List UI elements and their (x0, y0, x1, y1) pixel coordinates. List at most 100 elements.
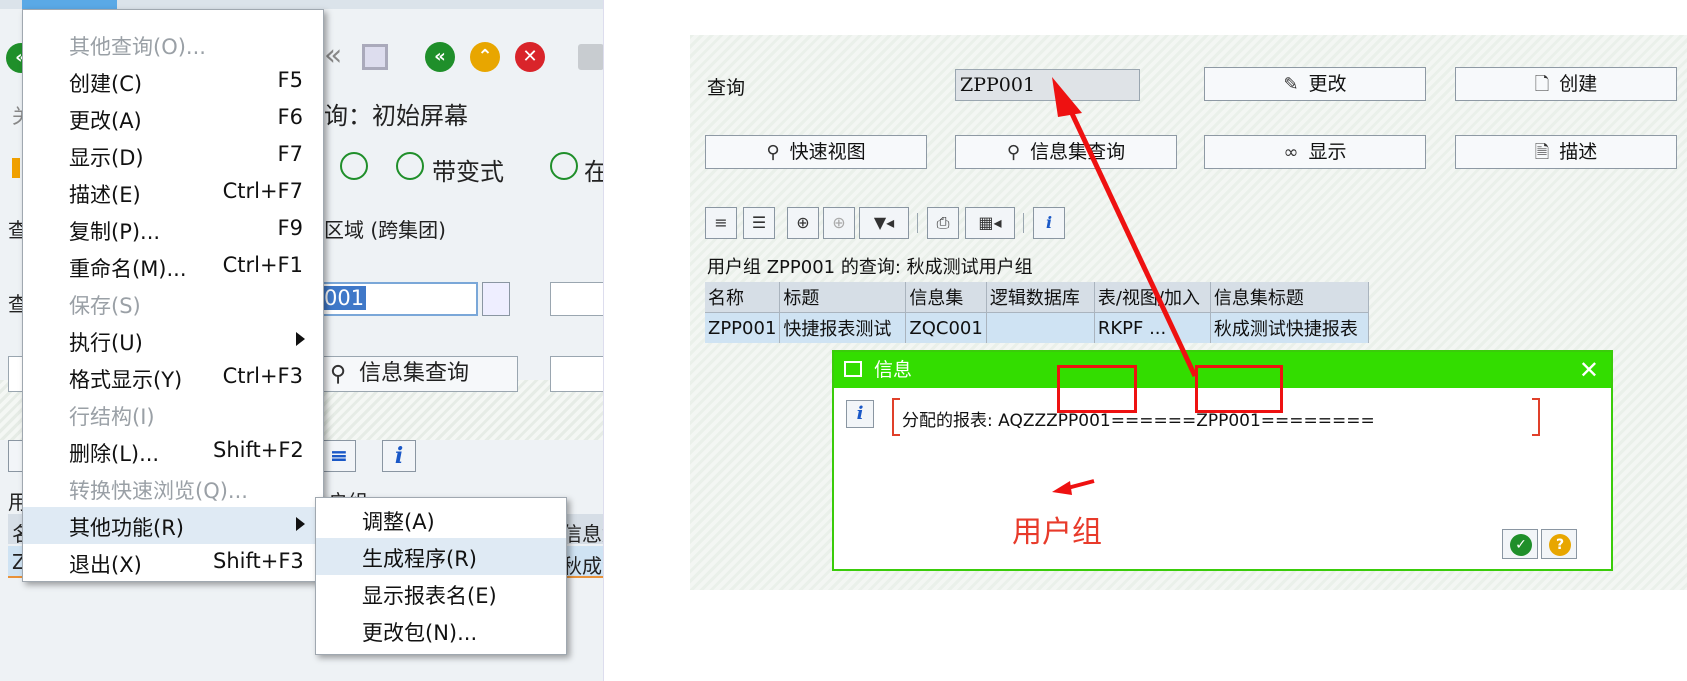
print-icon[interactable]: ⎙ (927, 207, 959, 239)
bg-info-icon[interactable]: i (382, 440, 416, 472)
checkmark-icon: ✓ (1510, 534, 1532, 556)
infoset-icon: ⚲ (1006, 142, 1021, 163)
bg-infoset-query-button[interactable]: 信息集查询 (318, 356, 518, 392)
value-help-icon[interactable] (482, 282, 510, 316)
cell-title[interactable]: 快捷报表测试 (779, 312, 907, 343)
submenu-arrow-icon (296, 517, 305, 531)
submenu-item-show-report-name[interactable]: 显示报表名(E) (316, 575, 566, 612)
infoset-query-button[interactable]: ⚲ 信息集查询 (955, 135, 1177, 169)
save-icon[interactable] (362, 44, 388, 70)
toolbar-in[interactable]: 在 (584, 152, 603, 187)
query-input[interactable]: ZPP001 (955, 69, 1140, 101)
cell-table-view[interactable]: RKPF ... (1094, 312, 1211, 343)
bg-layout-icon[interactable]: ≡ (322, 440, 356, 472)
sort-ascending-icon[interactable]: ≡ (705, 207, 737, 239)
infoset-icon: ⚲ (330, 362, 347, 387)
message-info-icon: i (846, 400, 874, 428)
execute-icon-3[interactable] (550, 152, 578, 180)
menu-bar (0, 0, 603, 9)
filter-icon[interactable]: ▼◂ (859, 207, 909, 239)
dialog-info-icon (844, 361, 862, 377)
back-arrows-icon[interactable]: « (324, 38, 342, 73)
describe-document-icon: 🗎 (1534, 142, 1550, 163)
annotation-highlight-1 (1057, 365, 1137, 413)
display-button[interactable]: ∞ 显示 (1204, 135, 1426, 169)
sap-query-initial-screen: « « « ⌃ ✕ 询：初始屏幕 关 带变式 在 查 区域 (跨集团) 查 00… (0, 0, 604, 681)
grid-title: 用户组 ZPP001 的查询: 秋成测试用户组 (707, 257, 1033, 278)
back-green-icon[interactable]: « (425, 42, 455, 72)
cell-logical-db[interactable] (986, 312, 1095, 343)
query-dropdown-menu: 其他查询(O)... 创建(C) F5 更改(A) F6 显示(D) F7 描述… (22, 9, 324, 582)
menu-item-display[interactable]: 显示(D) F7 (23, 137, 323, 174)
submenu-item-change-package[interactable]: 更改包(N)... (316, 612, 566, 649)
change-button[interactable]: ✎ 更改 (1204, 67, 1426, 101)
menu-item-save[interactable]: 保存(S) (23, 285, 323, 322)
cell-name[interactable]: ZPP001 (705, 312, 781, 343)
menu-item-other-query[interactable]: 其他查询(O)... (23, 26, 323, 63)
menu-item-convert-quickview[interactable]: 转换快速浏览(Q)... (23, 470, 323, 507)
cell-infoset-title[interactable]: 秋成测试快捷报表 (1210, 312, 1369, 343)
submenu-item-adjust[interactable]: 调整(A) (316, 501, 566, 538)
col-name[interactable]: 名称 (705, 282, 781, 313)
print-icon[interactable] (578, 44, 603, 70)
bg-toolbar-marker (12, 158, 20, 178)
table-row[interactable]: ZPP001 快捷报表测试 ZQC001 RKPF ... 秋成测试快捷报表 (705, 312, 1369, 343)
quick-view-icon: ⚲ (766, 142, 780, 163)
find-binoculars-icon[interactable]: ⊕ (787, 207, 819, 239)
other-functions-submenu: 调整(A) 生成程序(R) 显示报表名(E) 更改包(N)... (315, 497, 567, 655)
submenu-item-generate-program[interactable]: 生成程序(R) (316, 538, 566, 575)
screenshot-root: « « « ⌃ ✕ 询：初始屏幕 关 带变式 在 查 区域 (跨集团) 查 00… (0, 0, 1687, 681)
menu-item-copy[interactable]: 复制(P)... F9 (23, 211, 323, 248)
menu-item-change[interactable]: 更改(A) F6 (23, 100, 323, 137)
menu-item-create[interactable]: 创建(C) F5 (23, 63, 323, 100)
screen-title: 询：初始屏幕 (324, 102, 468, 130)
confirm-button[interactable]: ✓ (1502, 529, 1538, 559)
col-table-view[interactable]: 表/视图/加入 (1094, 282, 1211, 313)
info-icon[interactable]: i (1033, 207, 1065, 239)
glasses-icon: ∞ (1283, 142, 1299, 163)
describe-button[interactable]: 🗎 描述 (1455, 135, 1677, 169)
menu-item-exit[interactable]: 退出(X) Shift+F3 (23, 544, 323, 581)
col-infoset-title[interactable]: 信息集标题 (1210, 282, 1369, 313)
toolbar-separator (917, 213, 918, 233)
annotation-highlight-2 (1195, 365, 1283, 413)
menu-item-delete[interactable]: 删除(L)... Shift+F2 (23, 433, 323, 470)
document-icon: 🗋 (1534, 74, 1550, 95)
bg-right-box-2[interactable] (550, 356, 603, 392)
infoset-query-label: 信息集查询 (359, 361, 470, 386)
create-button[interactable]: 🗋 创建 (1455, 67, 1677, 101)
bg-right-box[interactable] (550, 282, 603, 316)
bg-query-value: 001 (322, 286, 367, 310)
menu-item-other-functions[interactable]: 其他功能(R) (23, 507, 323, 544)
menu-item-describe[interactable]: 描述(E) Ctrl+F7 (23, 174, 323, 211)
execute-icon-2[interactable] (396, 152, 424, 180)
menu-item-format-display[interactable]: 格式显示(Y) Ctrl+F3 (23, 359, 323, 396)
annotation-label: 用户组 (1012, 515, 1102, 550)
close-icon[interactable]: ✕ (1579, 352, 1599, 388)
dialog-title: 信息 (874, 359, 913, 381)
find-next-icon[interactable]: ⊕ (823, 207, 855, 239)
table-header-row: 名称 标题 信息集 逻辑数据库 表/视图/加入 信息集标题 (705, 282, 1369, 313)
execute-icon-1[interactable] (340, 152, 368, 180)
col-title[interactable]: 标题 (779, 282, 907, 313)
bg-cell-text: 秋成测 (562, 554, 603, 578)
help-button[interactable]: ? (1541, 529, 1577, 559)
layout-icon[interactable]: ▦◂ (965, 207, 1015, 239)
submenu-arrow-icon (296, 332, 305, 346)
cell-infoset[interactable]: ZQC001 (905, 312, 987, 343)
dialog-message: 分配的报表: AQZZZPP001======ZPP001======== (902, 411, 1375, 431)
bg-query-field[interactable]: 001 (318, 282, 478, 316)
query-label: 查询 (707, 77, 746, 99)
toolbar-with-variant[interactable]: 带变式 (432, 152, 504, 187)
filter-lines-icon[interactable]: ☰ (743, 207, 775, 239)
menu-query-active[interactable] (22, 0, 117, 9)
exit-yellow-icon[interactable]: ⌃ (470, 42, 500, 72)
menu-item-row-structure[interactable]: 行结构(I) (23, 396, 323, 433)
col-infoset[interactable]: 信息集 (905, 282, 987, 313)
col-logical-db[interactable]: 逻辑数据库 (986, 282, 1095, 313)
menu-item-rename[interactable]: 重命名(M)... Ctrl+F1 (23, 248, 323, 285)
menu-item-execute[interactable]: 执行(U) (23, 322, 323, 359)
cancel-red-icon[interactable]: ✕ (515, 42, 545, 72)
selection-bracket-left (892, 398, 900, 436)
quick-view-button[interactable]: ⚲ 快速视图 (705, 135, 927, 169)
